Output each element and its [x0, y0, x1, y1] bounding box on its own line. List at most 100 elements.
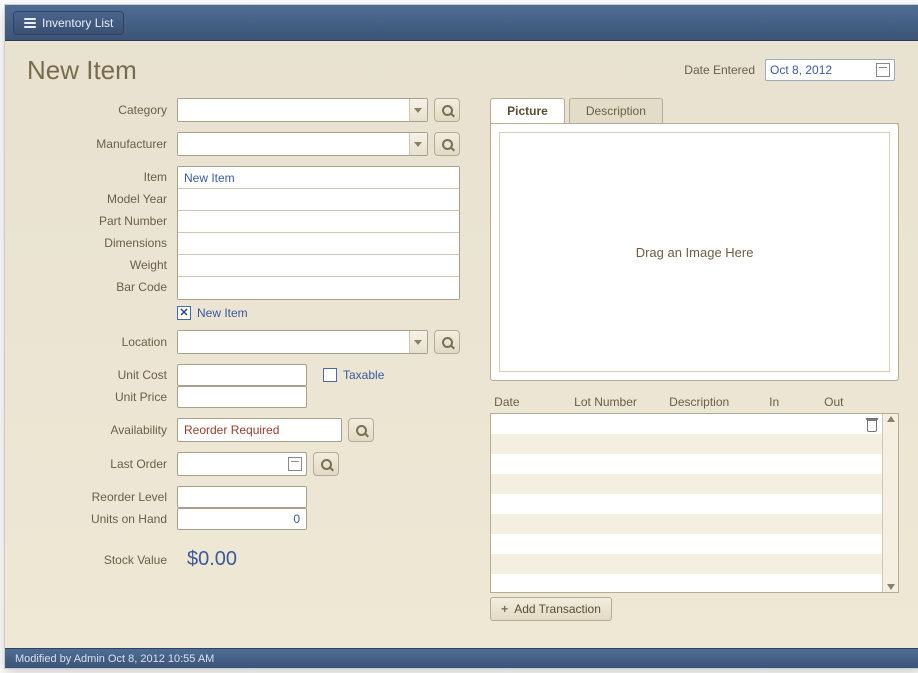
- new-item-checkbox[interactable]: ✕: [177, 306, 191, 320]
- date-entered-group: Date Entered Oct 8, 2012: [684, 59, 895, 81]
- category-dropdown-button[interactable]: [409, 99, 428, 121]
- item-details-stack: [177, 166, 460, 300]
- manufacturer-combo[interactable]: [177, 132, 428, 156]
- part-number-label: Part Number: [27, 210, 167, 232]
- manufacturer-label: Manufacturer: [27, 137, 177, 151]
- units-on-hand-input[interactable]: [177, 508, 307, 530]
- last-order-label: Last Order: [27, 457, 177, 471]
- search-icon: [321, 459, 332, 470]
- unit-price-label: Unit Price: [27, 390, 177, 404]
- plus-icon: +: [501, 602, 508, 616]
- scroll-up-icon[interactable]: [887, 416, 895, 422]
- table-row[interactable]: [491, 574, 882, 592]
- manufacturer-input[interactable]: [178, 133, 409, 155]
- availability-field[interactable]: Reorder Required: [177, 418, 342, 442]
- date-entered-label: Date Entered: [684, 63, 755, 77]
- manufacturer-search-button[interactable]: [434, 132, 460, 156]
- item-label: Item: [27, 166, 167, 188]
- availability-search-button[interactable]: [348, 418, 374, 442]
- tab-description[interactable]: Description: [569, 98, 663, 123]
- table-row[interactable]: [491, 534, 882, 554]
- unit-cost-input[interactable]: [177, 364, 307, 386]
- units-on-hand-label: Units on Hand: [27, 512, 177, 526]
- taxable-checkbox[interactable]: [323, 368, 337, 382]
- inventory-list-label: Inventory List: [42, 16, 113, 30]
- dropzone-text: Drag an Image Here: [636, 245, 754, 260]
- statusbar-text: Modified by Admin Oct 8, 2012 10:55 AM: [15, 653, 214, 665]
- inventory-list-button[interactable]: Inventory List: [13, 11, 124, 35]
- unit-cost-label: Unit Cost: [27, 368, 177, 382]
- date-entered-value: Oct 8, 2012: [770, 63, 832, 77]
- tab-picture[interactable]: Picture: [490, 98, 565, 123]
- category-input[interactable]: [178, 99, 409, 121]
- search-icon: [442, 139, 453, 150]
- calendar-icon[interactable]: [876, 63, 890, 77]
- add-transaction-label: Add Transaction: [514, 602, 601, 616]
- toolbar: Inventory List: [5, 5, 918, 41]
- location-combo[interactable]: [177, 330, 428, 354]
- reorder-level-label: Reorder Level: [27, 490, 177, 504]
- chevron-down-icon: [414, 142, 422, 147]
- category-label: Category: [27, 103, 177, 117]
- table-row[interactable]: [491, 514, 882, 534]
- inventory-item-window: Inventory List New Item Date Entered Oct…: [4, 4, 918, 669]
- calendar-icon[interactable]: [288, 457, 302, 471]
- model-year-input[interactable]: [178, 189, 459, 210]
- delete-row-button[interactable]: [866, 418, 878, 435]
- transactions-rows[interactable]: [491, 414, 882, 592]
- table-row[interactable]: [491, 554, 882, 574]
- part-number-input[interactable]: [178, 211, 459, 232]
- transactions-grid: [490, 413, 899, 593]
- chevron-down-icon: [414, 340, 422, 345]
- dimensions-input[interactable]: [178, 233, 459, 254]
- new-item-check-label[interactable]: New Item: [197, 306, 248, 320]
- stock-value-label: Stock Value: [27, 553, 177, 567]
- search-icon: [356, 425, 367, 436]
- statusbar: Modified by Admin Oct 8, 2012 10:55 AM: [5, 648, 918, 668]
- table-row[interactable]: [491, 414, 882, 434]
- tx-col-in: In: [769, 395, 824, 409]
- tx-col-out: Out: [824, 395, 879, 409]
- table-row[interactable]: [491, 494, 882, 514]
- category-search-button[interactable]: [434, 98, 460, 122]
- date-entered-field[interactable]: Oct 8, 2012: [765, 59, 895, 81]
- bar-code-label: Bar Code: [27, 276, 167, 298]
- unit-price-input[interactable]: [177, 386, 307, 408]
- weight-input[interactable]: [178, 255, 459, 276]
- transactions-scrollbar[interactable]: [882, 414, 898, 592]
- last-order-search-button[interactable]: [313, 452, 339, 476]
- image-dropzone[interactable]: Drag an Image Here: [499, 132, 890, 372]
- location-input[interactable]: [178, 331, 409, 353]
- reorder-level-input[interactable]: [177, 486, 307, 508]
- availability-label: Availability: [27, 423, 177, 437]
- picture-tabpane: Drag an Image Here: [490, 123, 899, 381]
- table-row[interactable]: [491, 454, 882, 474]
- transactions-header: Date Lot Number Description In Out: [490, 395, 899, 413]
- location-dropdown-button[interactable]: [409, 331, 428, 353]
- weight-label: Weight: [27, 254, 167, 276]
- tabs: Picture Description: [490, 98, 899, 124]
- dimensions-label: Dimensions: [27, 232, 167, 254]
- last-order-field[interactable]: [177, 452, 307, 476]
- location-search-button[interactable]: [434, 330, 460, 354]
- taxable-label[interactable]: Taxable: [343, 368, 384, 382]
- search-icon: [442, 105, 453, 116]
- category-combo[interactable]: [177, 98, 428, 122]
- tx-col-lot: Lot Number: [574, 395, 669, 409]
- tx-col-desc: Description: [669, 395, 769, 409]
- search-icon: [442, 337, 453, 348]
- bar-code-input[interactable]: [178, 277, 459, 299]
- item-input[interactable]: [178, 167, 459, 188]
- list-icon: [24, 18, 36, 28]
- chevron-down-icon: [414, 108, 422, 113]
- trash-icon: [866, 418, 878, 432]
- scroll-down-icon[interactable]: [887, 584, 895, 590]
- manufacturer-dropdown-button[interactable]: [409, 133, 428, 155]
- location-label: Location: [27, 335, 177, 349]
- table-row[interactable]: [491, 474, 882, 494]
- table-row[interactable]: [491, 434, 882, 454]
- add-transaction-button[interactable]: + Add Transaction: [490, 597, 612, 621]
- stock-value: $0.00: [187, 548, 237, 571]
- model-year-label: Model Year: [27, 188, 167, 210]
- availability-value: Reorder Required: [184, 423, 279, 437]
